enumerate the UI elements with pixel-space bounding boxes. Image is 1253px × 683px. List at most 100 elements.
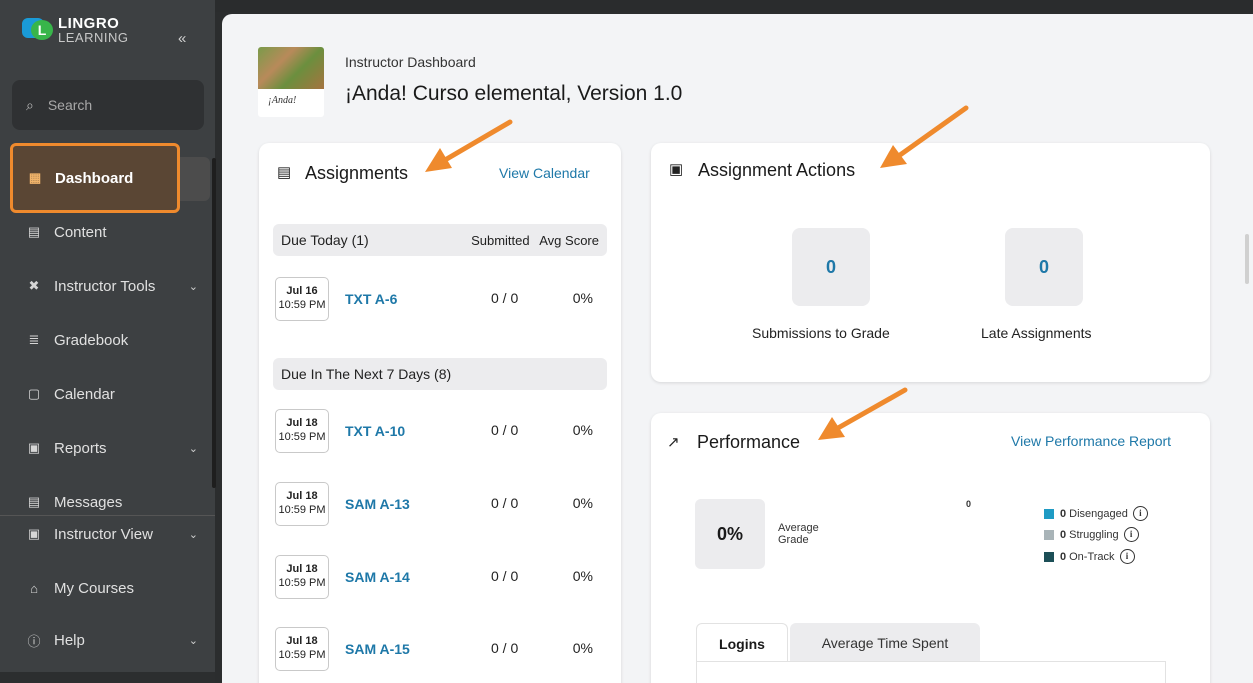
view-calendar-link[interactable]: View Calendar [499,165,590,181]
chevron-down-icon: ⌄ [188,528,198,541]
table-row[interactable]: Jul 18 10:59 PM SAM A-14 0 / 0 0% [273,555,607,603]
performance-title: Performance [697,432,801,452]
page-title: ¡Anda! Curso elemental, Version 1.0 [345,82,683,105]
avg-score: 0% [572,290,593,306]
due-next-count: (8) [434,366,452,382]
actions-icon: ▣ [669,161,684,178]
legend-disengaged: 0 Disengaged i [1044,506,1148,521]
collapse-sidebar-icon[interactable]: « [178,30,186,47]
search-icon: ⌕ [26,96,34,113]
book-icon: ▤ [27,224,41,239]
dashboard-icon: ▦ [28,170,42,185]
assignment-link[interactable]: SAM A-15 [345,641,410,657]
sidebar-bottom-bar [0,672,215,683]
info-icon[interactable]: i [1123,527,1139,542]
sidebar-item-label: Reports [54,439,107,457]
course-cover-caption: ¡Anda! [268,95,297,106]
assignment-link[interactable]: SAM A-14 [345,569,410,585]
late-assignments-count[interactable]: 0 [1005,228,1083,306]
assignment-actions-title: Assignment Actions [698,160,856,180]
due-today-header: Due Today (1) Submitted Avg Score [273,224,607,256]
sidebar-item-label: Gradebook [54,331,129,349]
main-scrollbar[interactable] [1245,234,1249,284]
sidebar-item-gradebook[interactable]: ≣ Gradebook [12,317,206,363]
search-box[interactable]: ⌕ [12,80,204,130]
sidebar-item-help[interactable]: ⓘ Help ⌄ [12,617,206,663]
sidebar-item-instructor-view[interactable]: ▣ Instructor View ⌄ [12,511,206,557]
sidebar-item-label: Instructor View [54,525,153,543]
avg-score: 0% [572,568,593,584]
view-performance-report-link[interactable]: View Performance Report [1011,433,1171,449]
chevron-down-icon: ⌄ [188,442,198,455]
sidebar-item-calendar[interactable]: ▢ Calendar [12,371,206,417]
table-row[interactable]: Jul 18 10:59 PM SAM A-15 0 / 0 0% [273,627,607,675]
tools-icon: ✖ [28,278,40,293]
instructor-view-icon: ▣ [27,526,41,541]
due-next-header: Due In The Next 7 Days (8) [273,358,607,390]
average-grade-label: Average Grade [778,522,819,546]
legend-struggling: 0 Struggling i [1044,527,1139,542]
search-input[interactable] [47,97,168,113]
due-date-badge: Jul 18 10:59 PM [275,555,329,599]
sidebar-item-label: Messages [54,493,123,511]
avg-score: 0% [572,495,593,511]
submitted-count: 0 / 0 [491,495,519,511]
due-date-badge: Jul 18 10:59 PM [275,482,329,526]
sidebar-item-my-courses[interactable]: ⌂ My Courses [12,565,206,611]
performance-chart-icon: ↗ [667,434,680,451]
assignment-link[interactable]: TXT A-6 [345,291,397,307]
sidebar-item-label: Instructor Tools [54,277,156,295]
table-row[interactable]: Jul 18 10:59 PM SAM A-13 0 / 0 0% [273,482,607,530]
col-avg-score: Avg Score [539,232,599,248]
sidebar-item-content[interactable]: ▤ Content [12,209,206,255]
clipboard-icon: ▤ [277,164,292,181]
sidebar-item-label: Help [54,631,85,649]
sidebar-item-label: Dashboard [55,169,134,187]
sidebar-scrollbar[interactable] [212,158,216,488]
home-icon: ⌂ [30,580,38,596]
submitted-count: 0 / 0 [491,568,519,584]
sidebar-item-label: Content [54,223,107,241]
due-today-label: Due Today [281,232,348,248]
messages-icon: ▤ [27,494,41,509]
due-date-badge: Jul 16 10:59 PM [275,277,329,321]
table-row[interactable]: Jul 18 10:59 PM TXT A-10 0 / 0 0% [273,409,607,457]
info-icon[interactable]: i [1132,506,1148,521]
due-next-label: Due In The Next 7 Days [281,366,431,382]
due-date-badge: Jul 18 10:59 PM [275,409,329,453]
submitted-count: 0 / 0 [491,290,519,306]
chevron-down-icon: ⌄ [188,634,198,647]
submitted-count: 0 / 0 [491,640,519,656]
col-submitted: Submitted [471,232,530,248]
legend-on-track: 0 On-Track i [1044,549,1135,564]
help-icon: ⓘ [27,633,41,649]
struggling-swatch [1044,529,1054,540]
average-grade-value: 0% [695,499,765,569]
info-icon[interactable]: i [1119,549,1135,564]
avg-score: 0% [572,422,593,438]
calendar-icon: ▢ [27,386,41,401]
sidebar: L LINGRO LEARNING « ⌕ ▦ Dashboard ▤ Cont… [0,0,216,683]
sidebar-item-reports[interactable]: ▣ Reports ⌄ [12,425,206,471]
late-assignments-label: Late Assignments [981,325,1092,341]
logo-text-learning: LEARNING [58,30,129,45]
assignment-link[interactable]: SAM A-13 [345,496,410,512]
sidebar-item-dashboard[interactable]: ▦ Dashboard [10,143,180,213]
sidebar-item-label: My Courses [54,579,135,597]
gradebook-icon: ≣ [28,332,40,347]
main-content: ¡Anda! Instructor Dashboard ¡Anda! Curso… [222,14,1253,683]
chart-zero-label: 0 [966,499,972,509]
logo-text-lingro: LINGRO [58,15,120,32]
sidebar-item-instructor-tools[interactable]: ✖ Instructor Tools ⌄ [12,263,206,309]
lingro-logo[interactable]: L LINGRO LEARNING [22,16,128,44]
submissions-to-grade-count[interactable]: 0 [792,228,870,306]
assignment-link[interactable]: TXT A-10 [345,423,405,439]
table-row[interactable]: Jul 16 10:59 PM TXT A-6 0 / 0 0% [273,277,607,325]
assignment-actions-card: ▣ Assignment Actions 0 Submissions to Gr… [651,143,1210,382]
submissions-to-grade-label: Submissions to Grade [752,325,890,341]
due-today-count: (1) [351,232,369,248]
chevron-down-icon: ⌄ [188,280,198,293]
tab-logins[interactable]: Logins [696,623,788,663]
tab-average-time-spent[interactable]: Average Time Spent [790,623,980,663]
lingro-logo-icon: L [22,16,53,44]
